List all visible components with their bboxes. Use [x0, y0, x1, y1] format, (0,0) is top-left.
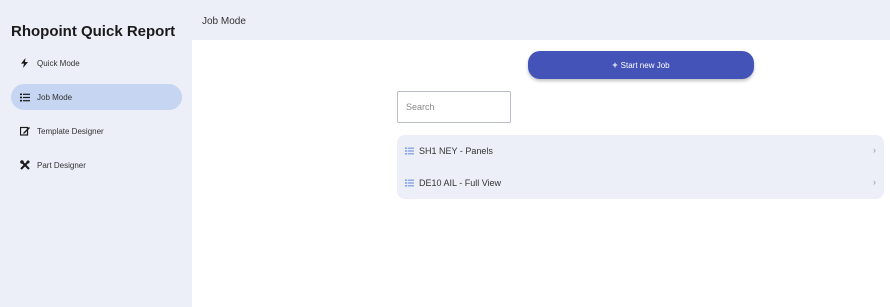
app-title: Rhopoint Quick Report: [11, 23, 176, 40]
list-item[interactable]: SH1 NEY - Panels ›: [397, 135, 884, 167]
sidebar-item-label: Job Mode: [37, 92, 73, 102]
sidebar-nav: Quick Mode Job Mode Template Designer Pa…: [0, 50, 192, 186]
job-list: SH1 NEY - Panels › DE10 AIL - Full View …: [397, 135, 884, 199]
chevron-right-icon: ›: [873, 177, 876, 187]
lightning-icon: [20, 58, 32, 68]
sidebar-item-label: Quick Mode: [37, 58, 80, 68]
sidebar-item-part-designer[interactable]: Part Designer: [11, 152, 182, 178]
search-input[interactable]: [397, 91, 511, 123]
list-icon: [20, 93, 32, 102]
list-item[interactable]: DE10 AIL - Full View ›: [397, 167, 884, 199]
job-label: DE10 AIL - Full View: [419, 178, 502, 188]
sidebar-item-label: Template Designer: [37, 126, 104, 136]
sidebar-item-job-mode[interactable]: Job Mode: [11, 84, 182, 110]
main-content: + Start new Job SH1 NEY - Panels ›: [192, 40, 890, 307]
edit-icon: [20, 126, 32, 136]
list-icon: [405, 179, 415, 187]
list-icon: [405, 147, 415, 155]
start-new-job-button[interactable]: + Start new Job: [528, 51, 754, 79]
chevron-right-icon: ›: [873, 145, 876, 155]
plus-icon: +: [612, 60, 618, 70]
sidebar-item-template-designer[interactable]: Template Designer: [11, 118, 182, 144]
header: Job Mode: [192, 0, 890, 40]
page-title: Job Mode: [202, 16, 246, 27]
job-label: SH1 NEY - Panels: [419, 146, 493, 156]
sidebar-item-label: Part Designer: [37, 160, 86, 170]
sidebar-item-quick-mode[interactable]: Quick Mode: [11, 50, 182, 76]
sidebar: Rhopoint Quick Report Quick Mode Job Mod…: [0, 0, 192, 307]
start-new-job-label: Start new Job: [620, 60, 670, 70]
tools-icon: [20, 160, 32, 170]
